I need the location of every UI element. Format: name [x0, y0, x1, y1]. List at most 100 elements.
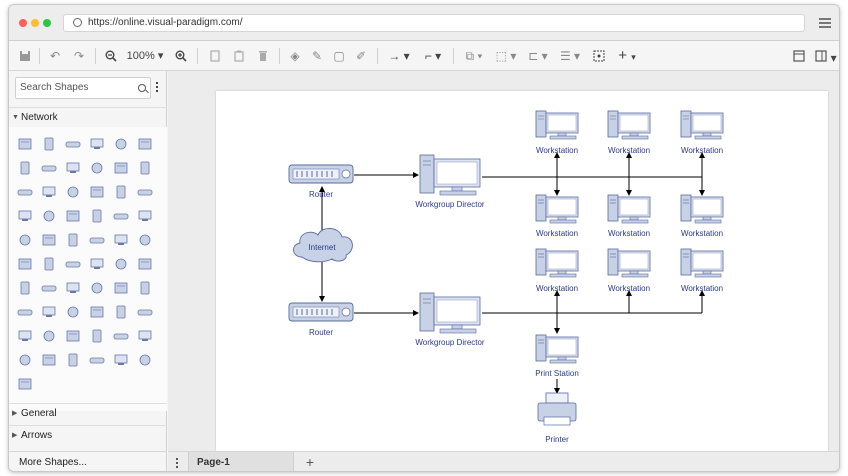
- camera-icon[interactable]: [41, 281, 57, 295]
- monitor-icon[interactable]: [41, 305, 57, 319]
- tablet-icon[interactable]: [65, 209, 81, 223]
- waypoint-style-dropdown[interactable]: ⌐ ▾: [419, 47, 447, 65]
- antenna-icon[interactable]: [41, 257, 57, 271]
- workgroup-director-bottom[interactable]: Workgroup Director: [415, 292, 485, 347]
- format-painter-icon[interactable]: ✐: [353, 47, 369, 65]
- gamepad-icon[interactable]: [65, 185, 81, 199]
- mouse-icon[interactable]: [113, 137, 129, 151]
- internet-cloud[interactable]: Internet: [293, 228, 353, 263]
- print-station[interactable]: Print Station: [535, 334, 579, 378]
- phone-icon[interactable]: [17, 185, 33, 199]
- section-arrows[interactable]: ▶ Arrows: [9, 425, 167, 445]
- minimize-window-button[interactable]: [31, 19, 39, 27]
- zoom-in-icon[interactable]: [173, 47, 189, 65]
- rack-icon[interactable]: [41, 209, 57, 223]
- more-shapes-button[interactable]: More Shapes...: [9, 451, 167, 471]
- zoom-level-dropdown[interactable]: 100% ▾: [125, 47, 165, 65]
- router-bottom[interactable]: Router: [288, 302, 354, 337]
- paste-icon[interactable]: [231, 47, 247, 65]
- page-menu-icon[interactable]: [176, 458, 179, 470]
- mobile-icon[interactable]: [41, 329, 57, 343]
- tower-icon[interactable]: [137, 161, 153, 175]
- insert-dropdown[interactable]: + ▾: [613, 47, 641, 65]
- redo-icon[interactable]: ↷: [71, 47, 87, 65]
- workstation-icon[interactable]: [41, 233, 57, 247]
- section-general[interactable]: ▶ General: [9, 403, 167, 423]
- rack-icon[interactable]: [17, 329, 33, 343]
- pc-icon[interactable]: [113, 161, 129, 175]
- add-page-button[interactable]: +: [302, 454, 318, 470]
- arrange-dropdown[interactable]: ⧉ ▾: [461, 47, 487, 65]
- workstation-8[interactable]: Workstation: [607, 248, 651, 293]
- pbx-icon[interactable]: [89, 233, 105, 247]
- distribute-dropdown[interactable]: ☰ ▾: [557, 47, 583, 65]
- satellite-icon[interactable]: [89, 257, 105, 271]
- tower-icon[interactable]: [17, 257, 33, 271]
- hamburger-menu-icon[interactable]: [819, 18, 831, 28]
- workstation-6[interactable]: Workstation: [680, 194, 724, 238]
- group-icon[interactable]: [89, 353, 105, 367]
- database-icon[interactable]: [113, 281, 129, 295]
- projector-icon[interactable]: [137, 329, 153, 343]
- search-icon[interactable]: [138, 84, 146, 92]
- sidebar-options-icon[interactable]: [156, 82, 159, 94]
- chip-icon[interactable]: [41, 185, 57, 199]
- page-tab-1[interactable]: Page-1: [188, 452, 294, 471]
- delete-icon[interactable]: [255, 47, 271, 65]
- bus-icon[interactable]: [41, 137, 57, 151]
- satellite-dish-icon[interactable]: [113, 257, 129, 271]
- workstation-7[interactable]: Workstation: [535, 248, 579, 293]
- router-icon[interactable]: [137, 209, 153, 223]
- workstation-2[interactable]: Workstation: [607, 110, 651, 155]
- workstation-icon[interactable]: [41, 353, 57, 367]
- server-icon[interactable]: [137, 233, 153, 247]
- maximize-window-button[interactable]: [43, 19, 51, 27]
- network-node-icon[interactable]: [17, 377, 33, 391]
- wireless-icon[interactable]: [137, 257, 153, 271]
- lock-icon[interactable]: [17, 281, 33, 295]
- printer[interactable]: Printer: [537, 392, 577, 444]
- copy-icon[interactable]: [207, 47, 223, 65]
- printer-icon[interactable]: [113, 233, 129, 247]
- firewall-icon[interactable]: [65, 281, 81, 295]
- shadow-icon[interactable]: ▢: [331, 47, 347, 65]
- zoom-out-icon[interactable]: [103, 47, 119, 65]
- server-icon[interactable]: [17, 209, 33, 223]
- align-dropdown[interactable]: ⊏ ▾: [525, 47, 551, 65]
- lock-open-icon[interactable]: [113, 305, 129, 319]
- switch-icon[interactable]: [17, 233, 33, 247]
- sun-icon[interactable]: [17, 137, 33, 151]
- server-icon[interactable]: [65, 353, 81, 367]
- building-icon[interactable]: [89, 161, 105, 175]
- users-icon[interactable]: [65, 329, 81, 343]
- factory-icon[interactable]: [137, 137, 153, 151]
- workstation-5[interactable]: Workstation: [607, 194, 651, 238]
- monitor-icon[interactable]: [113, 209, 129, 223]
- diagram-page[interactable]: Router Router Internet Workgroup Directo…: [216, 91, 828, 451]
- link-icon[interactable]: [89, 137, 105, 151]
- fill-color-icon[interactable]: ◈: [287, 47, 303, 65]
- workstation-4[interactable]: Workstation: [535, 194, 579, 238]
- connector-style-dropdown[interactable]: → ▾: [385, 47, 413, 65]
- canvas-area[interactable]: Router Router Internet Workgroup Directo…: [168, 71, 839, 451]
- rack-icon[interactable]: [137, 305, 153, 319]
- workstation-1[interactable]: Workstation: [535, 110, 579, 155]
- laptop-icon[interactable]: [113, 185, 129, 199]
- workgroup-director-top[interactable]: Workgroup Director: [415, 154, 485, 209]
- workstation-3[interactable]: Workstation: [680, 110, 724, 155]
- switch-icon[interactable]: [89, 185, 105, 199]
- select-all-icon[interactable]: [591, 47, 607, 65]
- cloud-icon[interactable]: [17, 161, 33, 175]
- ups-icon[interactable]: [137, 281, 153, 295]
- layout-panel-dropdown[interactable]: ▾: [813, 47, 839, 65]
- undo-icon[interactable]: ↶: [47, 47, 63, 65]
- storage-icon[interactable]: [89, 281, 105, 295]
- format-panel-icon[interactable]: [791, 47, 807, 65]
- line-color-icon[interactable]: ✎: [309, 47, 325, 65]
- router-top[interactable]: Router: [288, 164, 354, 199]
- modem-icon[interactable]: [89, 209, 105, 223]
- user-icon[interactable]: [89, 329, 105, 343]
- network-icon[interactable]: [137, 353, 153, 367]
- telephone-icon[interactable]: [65, 233, 81, 247]
- cable-icon[interactable]: [17, 305, 33, 319]
